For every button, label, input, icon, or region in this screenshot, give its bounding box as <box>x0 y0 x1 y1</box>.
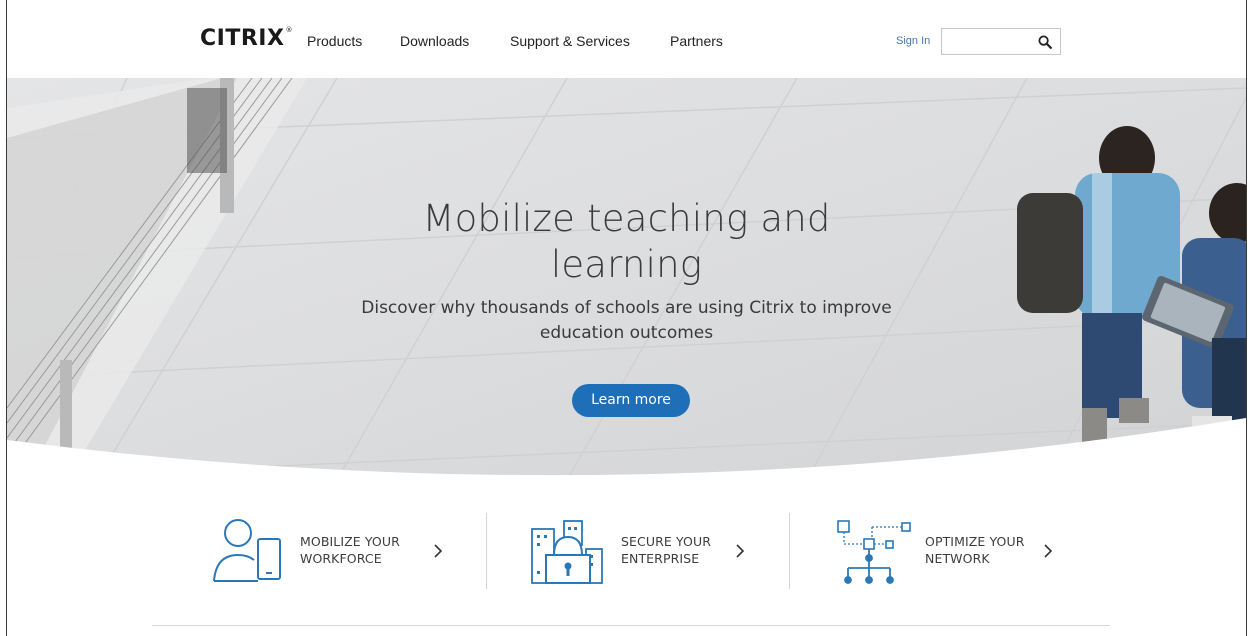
feature-strip: MOBILIZE YOUR WORKFORCE SECURE YOUR ENTE… <box>0 500 1253 600</box>
logo-text: CITRIX <box>200 26 285 51</box>
user-mobile-icon <box>213 519 281 582</box>
feature-divider <box>486 513 487 589</box>
registered-mark: ® <box>285 26 293 34</box>
hero-banner: Mobilize teaching and learning Discover … <box>7 78 1246 480</box>
sign-in-link[interactable]: Sign In <box>896 35 930 47</box>
hero-title-line-1: Mobilize teaching and <box>422 197 831 240</box>
citrix-logo[interactable]: CITRIX® <box>200 26 293 51</box>
network-icon <box>837 520 911 584</box>
chevron-right-icon <box>434 544 443 558</box>
nav-support-services[interactable]: Support & Services <box>510 33 630 49</box>
feature-secure-enterprise[interactable]: SECURE YOUR ENTERPRISE <box>528 500 768 600</box>
site-header: CITRIX® Products Downloads Support & Ser… <box>7 0 1246 78</box>
feature-label-line-1: OPTIMIZE YOUR <box>925 534 1025 549</box>
feature-label-line-2: WORKFORCE <box>300 551 382 566</box>
search-input[interactable] <box>946 30 1042 55</box>
hero-subtitle-line-2: education outcomes <box>539 323 714 343</box>
feature-label: OPTIMIZE YOUR NETWORK <box>925 533 1025 567</box>
feature-mobilize-workforce[interactable]: MOBILIZE YOUR WORKFORCE <box>210 500 460 600</box>
nav-downloads[interactable]: Downloads <box>400 33 469 49</box>
search-box <box>941 28 1061 55</box>
learn-more-button[interactable]: Learn more <box>572 384 690 417</box>
feature-label-line-2: NETWORK <box>925 551 990 566</box>
hero-subtitle-line-1: Discover why thousands of schools are us… <box>361 298 892 318</box>
feature-label: SECURE YOUR ENTERPRISE <box>621 533 711 567</box>
hero-subtitle: Discover why thousands of schools are us… <box>7 296 1246 346</box>
feature-label-line-1: MOBILIZE YOUR <box>300 534 400 549</box>
feature-label: MOBILIZE YOUR WORKFORCE <box>300 533 400 567</box>
search-icon[interactable] <box>1038 35 1052 49</box>
buildings-lock-icon <box>531 520 603 584</box>
hero-title-line-2: learning <box>550 243 703 286</box>
feature-label-line-1: SECURE YOUR <box>621 534 711 549</box>
section-divider <box>152 625 1110 626</box>
feature-optimize-network[interactable]: OPTIMIZE YOUR NETWORK <box>836 500 1076 600</box>
chevron-right-icon <box>736 544 745 558</box>
nav-partners[interactable]: Partners <box>670 33 723 49</box>
feature-label-line-2: ENTERPRISE <box>621 551 700 566</box>
feature-divider <box>789 513 790 589</box>
nav-products[interactable]: Products <box>307 33 362 49</box>
chevron-right-icon <box>1044 544 1053 558</box>
hero-title: Mobilize teaching and learning <box>7 196 1246 288</box>
